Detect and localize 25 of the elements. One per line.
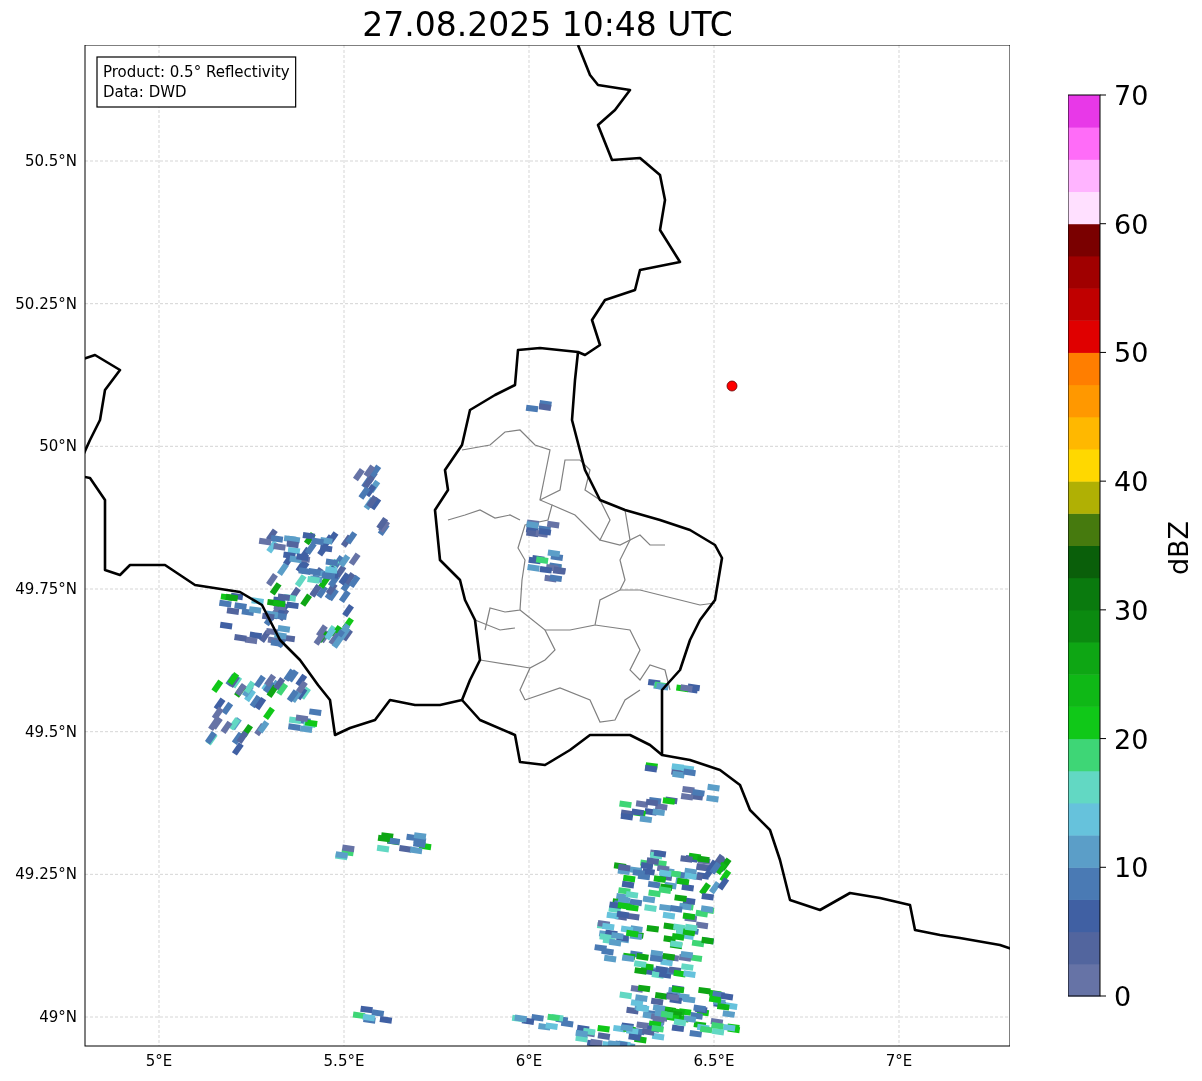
colorbar-tick-label: 10	[1114, 852, 1149, 884]
colorbar-tick-label: 30	[1114, 594, 1149, 626]
latitude-label: 49.25°N	[15, 865, 77, 884]
colorbar-tick-label: 60	[1114, 208, 1149, 240]
latitude-label: 50°N	[39, 437, 77, 456]
legend-text: Data: DWD	[103, 83, 187, 101]
colorbar-tick-label: 40	[1114, 466, 1149, 498]
latitude-label: 50.25°N	[15, 294, 77, 313]
station-marker	[726, 380, 738, 392]
longitude-label: 7°E	[885, 1052, 913, 1070]
legend-text: Product: 0.5° Reflectivity	[103, 63, 290, 81]
colorbar-label: dBZ	[1163, 520, 1194, 576]
latitude-label: 49.75°N	[15, 580, 77, 598]
longitude-label: 5.5°E	[323, 1052, 365, 1070]
latitude-label: 49°N	[39, 1008, 77, 1026]
colorbar-tick-label: 50	[1114, 337, 1149, 369]
colorbar-tick-label: 0	[1114, 981, 1132, 1012]
colorbar-tick-label: 20	[1114, 723, 1149, 755]
colorbar-tick-label: 70	[1114, 80, 1149, 111]
longitude-label: 6.5°E	[693, 1052, 735, 1070]
plot-title: 27.08.2025 10:48 UTC	[362, 5, 733, 45]
longitude-label: 6°E	[515, 1052, 543, 1070]
latitude-label: 50.5°N	[24, 152, 77, 170]
longitude-label: 5°E	[145, 1052, 173, 1070]
latitude-label: 49.5°N	[24, 722, 77, 741]
